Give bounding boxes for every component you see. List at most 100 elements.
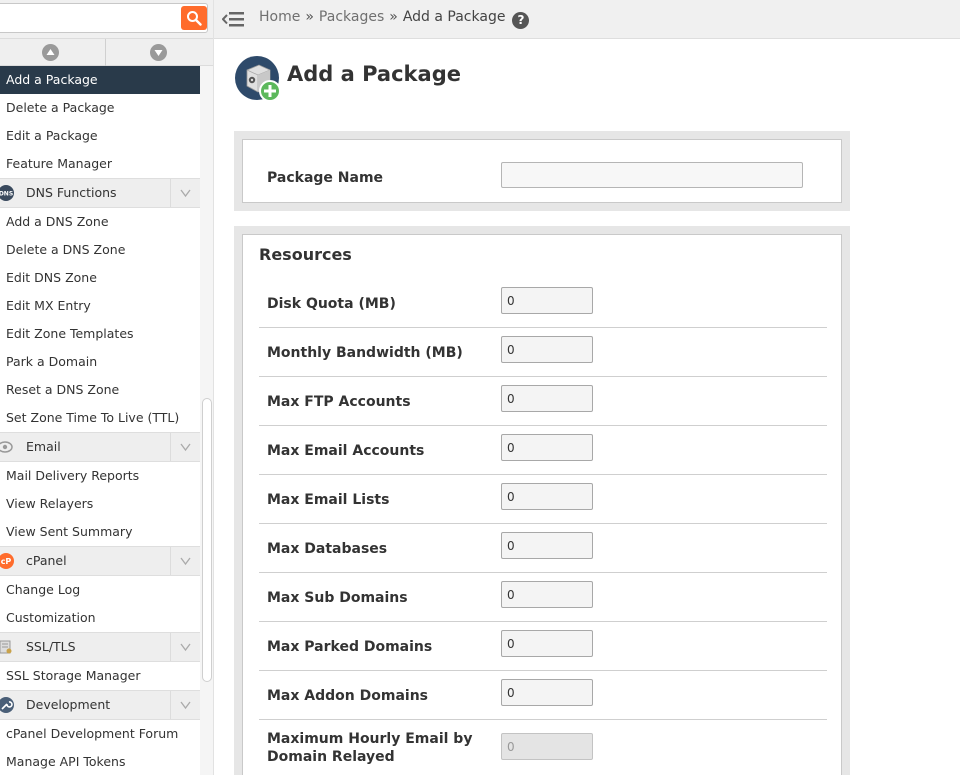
sidebar-item-manage-api-tokens[interactable]: Manage API Tokens xyxy=(0,748,200,775)
search-icon xyxy=(187,11,202,26)
resource-label: Max Parked Domains xyxy=(267,639,433,655)
arrow-up-icon xyxy=(46,49,55,55)
help-icon[interactable]: ? xyxy=(512,12,530,29)
chevron-down-icon[interactable] xyxy=(170,179,200,207)
monthly-bandwidth-input[interactable] xyxy=(501,336,593,363)
sidebar-item-edit-zone-templates[interactable]: Edit Zone Templates xyxy=(0,320,200,348)
resource-row-max-parked-domains: Max Parked Domains xyxy=(259,622,827,671)
package-add-icon xyxy=(235,56,281,102)
menu-collapse-icon xyxy=(221,12,244,27)
sidebar-group-label: DNS Functions xyxy=(26,185,117,200)
sidebar-nav: Add a Package Delete a Package Edit a Pa… xyxy=(0,66,200,775)
disk-quota-input[interactable] xyxy=(501,287,593,314)
sidebar-item-add-a-dns-zone[interactable]: Add a DNS Zone xyxy=(0,208,200,236)
resource-row-max-databases: Max Databases xyxy=(259,524,827,573)
resource-row-max-email-accounts: Max Email Accounts xyxy=(259,426,827,475)
sidebar-group-label: Development xyxy=(26,697,111,712)
resource-row-max-sub-domains: Max Sub Domains xyxy=(259,573,827,622)
sidebar-item-mail-delivery-reports[interactable]: Mail Delivery Reports xyxy=(0,462,200,490)
sidebar-item-add-a-package[interactable]: Add a Package xyxy=(0,66,200,94)
sidebar-item-cpanel-development-forum[interactable]: cPanel Development Forum xyxy=(0,720,200,748)
resource-label: Max Email Accounts xyxy=(267,443,425,459)
resources-panel: Resources Disk Quota (MB) Monthly Bandwi… xyxy=(234,226,850,775)
resource-row-max-hourly-email-relayed: Maximum Hourly Email by Domain Relayed xyxy=(259,720,827,775)
breadcrumb: Home» Packages» Add a Package? xyxy=(259,9,530,29)
resource-row-disk-quota: Disk Quota (MB) xyxy=(259,279,827,328)
resource-row-max-email-lists: Max Email Lists xyxy=(259,475,827,524)
wrench-icon xyxy=(0,697,14,713)
resource-row-monthly-bandwidth: Monthly Bandwidth (MB) xyxy=(259,328,827,377)
breadcrumb-separator: » xyxy=(389,9,398,25)
max-parked-domains-input[interactable] xyxy=(501,630,593,657)
package-name-panel: Package Name xyxy=(234,131,850,211)
scroll-up-button[interactable] xyxy=(0,39,106,66)
scroll-down-button[interactable] xyxy=(106,39,212,66)
sidebar-item-view-sent-summary[interactable]: View Sent Summary xyxy=(0,518,200,546)
resource-label: Max Sub Domains xyxy=(267,590,408,606)
sidebar-toggle-button[interactable] xyxy=(221,8,246,30)
sidebar-item-delete-a-package[interactable]: Delete a Package xyxy=(0,94,200,122)
sidebar-item-edit-dns-zone[interactable]: Edit DNS Zone xyxy=(0,264,200,292)
breadcrumb-current: Add a Package xyxy=(402,9,506,25)
svg-text:DNS: DNS xyxy=(0,191,13,198)
package-name-label: Package Name xyxy=(267,170,384,186)
search-button[interactable] xyxy=(181,6,207,30)
sidebar-item-ssl-storage-manager[interactable]: SSL Storage Manager xyxy=(0,662,200,690)
top-bar: Home» Packages» Add a Package? xyxy=(214,0,960,39)
search-input[interactable] xyxy=(0,3,208,33)
max-email-accounts-input[interactable] xyxy=(501,434,593,461)
sidebar-group-label: SSL/TLS xyxy=(26,639,76,654)
max-addon-domains-input[interactable] xyxy=(501,679,593,706)
sidebar-group-dns-functions[interactable]: DNS DNS Functions xyxy=(0,178,200,208)
max-ftp-accounts-input[interactable] xyxy=(501,385,593,412)
sidebar-group-ssl-tls[interactable]: SSL/TLS xyxy=(0,632,200,662)
sidebar-scroll-controls xyxy=(0,38,213,66)
sidebar-item-edit-a-package[interactable]: Edit a Package xyxy=(0,122,200,150)
sidebar-item-edit-mx-entry[interactable]: Edit MX Entry xyxy=(0,292,200,320)
resource-label: Max Addon Domains xyxy=(267,688,428,704)
breadcrumb-home[interactable]: Home xyxy=(259,9,300,25)
sidebar-item-park-a-domain[interactable]: Park a Domain xyxy=(0,348,200,376)
breadcrumb-separator: » xyxy=(305,9,314,25)
resource-row-max-addon-domains: Max Addon Domains xyxy=(259,671,827,720)
resource-label: Max Email Lists xyxy=(267,492,390,508)
resource-label: Disk Quota (MB) xyxy=(267,296,396,312)
chevron-down-icon[interactable] xyxy=(170,633,200,661)
max-email-lists-input[interactable] xyxy=(501,483,593,510)
sidebar-item-customization[interactable]: Customization xyxy=(0,604,200,632)
sidebar-item-view-relayers[interactable]: View Relayers xyxy=(0,490,200,518)
max-hourly-email-relayed-input xyxy=(501,733,593,760)
resource-label: Max FTP Accounts xyxy=(267,394,411,410)
cpanel-logo-icon: cP xyxy=(0,553,14,569)
sidebar-item-change-log[interactable]: Change Log xyxy=(0,576,200,604)
sidebar-scrollbar[interactable] xyxy=(202,398,212,682)
sidebar-group-label: Email xyxy=(26,439,61,454)
resources-heading: Resources xyxy=(259,245,352,264)
sidebar-group-cpanel[interactable]: cP cPanel xyxy=(0,546,200,576)
breadcrumb-packages[interactable]: Packages xyxy=(319,9,384,25)
sidebar-item-delete-a-dns-zone[interactable]: Delete a DNS Zone xyxy=(0,236,200,264)
sidebar-item-set-zone-ttl[interactable]: Set Zone Time To Live (TTL) xyxy=(0,404,200,432)
chevron-down-icon[interactable] xyxy=(170,433,200,461)
max-databases-input[interactable] xyxy=(501,532,593,559)
ssl-certificate-icon xyxy=(0,640,12,654)
max-sub-domains-input[interactable] xyxy=(501,581,593,608)
sidebar-group-label: cPanel xyxy=(26,553,67,568)
sidebar-group-development[interactable]: Development xyxy=(0,690,200,720)
sidebar-item-reset-a-dns-zone[interactable]: Reset a DNS Zone xyxy=(0,376,200,404)
chevron-down-icon[interactable] xyxy=(170,691,200,719)
sidebar-item-feature-manager[interactable]: Feature Manager xyxy=(0,150,200,178)
resource-label: Max Databases xyxy=(267,541,388,557)
dns-icon: DNS xyxy=(0,185,14,201)
resource-label: Monthly Bandwidth (MB) xyxy=(267,345,463,361)
page-title: Add a Package xyxy=(287,62,461,86)
sidebar-group-email[interactable]: Email xyxy=(0,432,200,462)
resource-label: Maximum Hourly Email by Domain Relayed xyxy=(267,731,473,765)
email-icon xyxy=(0,441,13,453)
sidebar-search-row xyxy=(0,0,213,38)
arrow-down-icon xyxy=(154,50,163,56)
package-name-input[interactable] xyxy=(501,162,803,188)
chevron-down-icon[interactable] xyxy=(170,547,200,575)
sidebar: Add a Package Delete a Package Edit a Pa… xyxy=(0,0,214,775)
resources-list: Disk Quota (MB) Monthly Bandwidth (MB) M… xyxy=(259,279,827,775)
